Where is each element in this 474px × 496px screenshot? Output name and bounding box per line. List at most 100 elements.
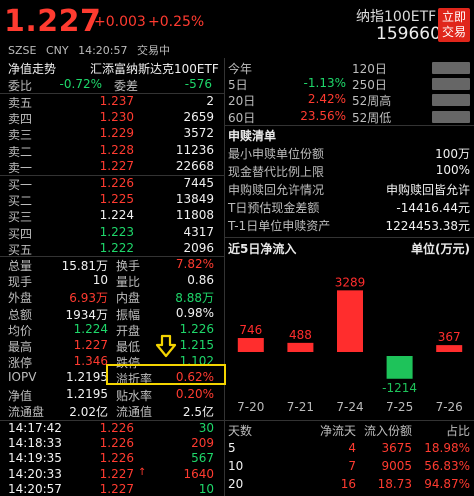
return-period-label: 20日 [228, 94, 256, 109]
currency: CNY [45, 44, 69, 57]
ask-price: 1.227 [99, 158, 134, 173]
inflow-table-cell: 16 [340, 477, 356, 491]
stat-label: 流通值 [116, 404, 153, 419]
stat-value: 1.346 [73, 354, 108, 369]
stat-value: 7.82% [175, 257, 214, 271]
premium-rate-highlight [106, 364, 226, 385]
ask-price: 1.237 [99, 94, 134, 108]
trading-status: 交易中 [137, 44, 170, 57]
stat-value: 1.2195 [66, 370, 108, 385]
last-price: 1.227 [4, 4, 102, 39]
stat-label: 净值 [8, 388, 33, 403]
subscription-item-label: 现金替代比例上限 [228, 165, 325, 179]
inflow-date-label: 7-20 [237, 400, 264, 414]
subscription-item-value: 100% [435, 163, 470, 177]
return-period-label: 52周高 [352, 94, 392, 109]
stat-label: 涨停 [8, 356, 33, 371]
stat-label: 内盘 [116, 291, 141, 306]
stat-label: 开盘 [116, 323, 141, 338]
inflow-table-cell: 3675 [381, 441, 412, 455]
stat-value: 8.88万 [175, 291, 214, 306]
uptick-arrow-icon: ↑ [138, 466, 147, 478]
tick-time: 14:20:33 [8, 466, 62, 481]
tick-volume: 10 [198, 481, 214, 496]
trade-now-button[interactable]: 立即交易 [438, 8, 470, 42]
stat-label: IOPV [8, 370, 37, 385]
inflow-table-cell: 18.73 [377, 477, 412, 491]
inflow-bar [337, 290, 363, 352]
stat-value: 1.227 [73, 338, 108, 352]
fund-short-name: 纳指100ETF [356, 9, 437, 25]
column-divider [224, 58, 225, 496]
order-ratio-value: -0.72% [59, 77, 102, 91]
value-placeholder [432, 110, 470, 123]
bid-volume: 13849 [175, 192, 214, 207]
inflow-table-cell: 5 [228, 441, 236, 455]
return-period-label: 52周低 [352, 110, 392, 125]
stat-label: 现手 [8, 275, 33, 290]
ask-volume: 2659 [183, 110, 214, 125]
return-period-label: 今年 [228, 62, 253, 76]
return-period-label: 5日 [228, 78, 248, 93]
inflow-bar-label: 746 [239, 323, 262, 337]
stat-label: 流通盘 [8, 404, 45, 419]
stat-value: 6.93万 [69, 291, 108, 306]
tick-time: 14:19:35 [8, 451, 62, 466]
inflow-bar [436, 345, 463, 352]
bid-volume: 11808 [175, 208, 214, 223]
bid-price: 1.223 [99, 224, 134, 239]
ask-volume: 22668 [175, 158, 214, 173]
inflow-date-label: 7-21 [287, 400, 314, 414]
market-meta: SZSE CNY 14:20:57 交易中 [8, 42, 176, 58]
value-placeholder [432, 78, 470, 91]
inflow-table-cell: 18.98% [424, 441, 470, 455]
value-placeholder [432, 62, 470, 74]
stat-value: 0.86 [187, 273, 214, 288]
stat-value: 1934万 [65, 307, 108, 322]
stat-label: 振幅 [116, 307, 141, 322]
ask-volume: 3572 [183, 126, 214, 141]
return-value: 23.56% [300, 108, 346, 123]
divider [225, 125, 474, 126]
inflow-date-label: 7-24 [336, 400, 363, 414]
subscription-list-title: 申赎清单 [228, 129, 277, 143]
quote-header: 1.227 +0.003 +0.25% SZSE CNY 14:20:57 交易… [0, 0, 474, 58]
inflow-date-label: 7-26 [436, 400, 463, 414]
tick-volume: 1640 [183, 466, 214, 481]
bid-level-label: 买四 [8, 226, 33, 241]
order-ratio-label: 委比 [8, 79, 33, 93]
bid-volume: 4317 [183, 224, 214, 239]
stat-value: 1.224 [73, 321, 108, 336]
divider [225, 420, 474, 421]
subscription-item-value: -14416.44元 [396, 201, 470, 215]
bid-price: 1.222 [99, 240, 134, 255]
net-inflow-chart: 746 7-20 488 7-21 3289 7-24 -1214 7-25 367 7-26 [237, 275, 463, 414]
tick-time: 14:20:57 [8, 481, 62, 496]
stat-value: 1.2195 [66, 386, 108, 401]
tick-time: 14:18:33 [8, 436, 62, 451]
inflow-bar-label: -1214 [382, 381, 417, 395]
nav-trend-label[interactable]: 净值走势 [8, 60, 56, 77]
subscription-item-value: 100万 [435, 147, 470, 161]
stat-value: 2.5亿 [182, 404, 214, 419]
subscription-item-label: T日预估现金差额 [228, 201, 320, 215]
inflow-bar-label: 488 [289, 328, 312, 342]
tick-price: 1.226 [99, 436, 134, 451]
order-diff-label: 委差 [114, 79, 139, 93]
exchange: SZSE [8, 44, 37, 57]
ask-volume: 11236 [175, 142, 214, 157]
return-period-label: 250日 [352, 78, 387, 93]
inflow-table-cell: 10 [228, 459, 244, 473]
stat-label: 换手 [116, 259, 141, 273]
stat-value: 0.98% [175, 305, 214, 320]
tick-time: 14:17:42 [8, 421, 62, 435]
stat-label: 总量 [8, 259, 33, 273]
inflow-bar [386, 356, 413, 379]
bid-volume: 7445 [183, 176, 214, 190]
bid-price: 1.225 [99, 192, 134, 207]
stat-value: 2.02亿 [69, 404, 108, 419]
stat-value: 15.81万 [61, 259, 108, 273]
value-placeholder [432, 94, 470, 107]
ask-level-label: 卖三 [8, 128, 33, 143]
bid-level-label: 买一 [8, 178, 33, 192]
